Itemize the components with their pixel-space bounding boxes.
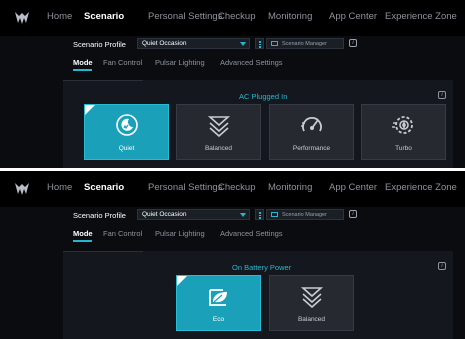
predator-logo-icon bbox=[15, 12, 29, 24]
tab-advanced-settings[interactable]: Advanced Settings bbox=[220, 58, 283, 67]
mode-card-quiet[interactable]: Quiet bbox=[84, 104, 169, 160]
selected-flag bbox=[177, 276, 187, 286]
balanced-chevrons-icon bbox=[207, 116, 230, 137]
info-icon[interactable]: i bbox=[349, 39, 357, 47]
mode-card-balanced[interactable]: Balanced bbox=[269, 275, 354, 331]
divider bbox=[63, 80, 143, 81]
mode-label-turbo: Turbo bbox=[395, 145, 412, 152]
sub-tabs: Mode Fan Control Pulsar Lighting Advance… bbox=[0, 56, 465, 71]
tab-pulsar-lighting[interactable]: Pulsar Lighting bbox=[155, 229, 205, 238]
sub-tabs: Mode Fan Control Pulsar Lighting Advance… bbox=[0, 227, 465, 242]
mode-label-balanced: Balanced bbox=[297, 316, 326, 323]
nav-monitoring[interactable]: Monitoring bbox=[268, 11, 312, 22]
tab-fan-control[interactable]: Fan Control bbox=[103, 58, 142, 67]
power-state-label: On Battery Power bbox=[232, 263, 292, 272]
more-options-button[interactable] bbox=[255, 209, 264, 220]
mode-card-turbo[interactable]: Turbo bbox=[361, 104, 446, 160]
scenario-profile-label: Scenario Profile bbox=[73, 40, 126, 49]
mode-label-balanced: Balanced bbox=[204, 145, 233, 152]
divider bbox=[63, 251, 143, 252]
active-tab-indicator bbox=[73, 240, 92, 242]
scenario-profile-dropdown[interactable]: Quiet Occasion bbox=[137, 38, 250, 49]
nav-experience-zone[interactable]: Experience Zone bbox=[385, 11, 457, 22]
nav-checkup[interactable]: Checkup bbox=[218, 182, 256, 193]
speedometer-icon bbox=[300, 117, 322, 132]
nav-home[interactable]: Home bbox=[47, 182, 72, 193]
nav-app-center[interactable]: App Center bbox=[329, 182, 377, 193]
top-nav-bar: Home Scenario Personal Settings Checkup … bbox=[0, 171, 465, 207]
eco-battery-leaf-icon bbox=[208, 289, 227, 306]
list-icon bbox=[271, 41, 278, 46]
nav-app-center[interactable]: App Center bbox=[329, 11, 377, 22]
selected-flag bbox=[85, 105, 95, 115]
profile-row: Scenario Profile Quiet Occasion Scenario… bbox=[0, 207, 465, 223]
info-icon[interactable]: i bbox=[349, 210, 357, 218]
mode-card-balanced[interactable]: Balanced bbox=[176, 104, 261, 160]
scenario-profile-value: Quiet Occasion bbox=[142, 40, 187, 47]
mode-label-eco: Eco bbox=[212, 316, 225, 323]
scenario-manager-label: Scenario Manager bbox=[282, 41, 327, 47]
scenario-manager-button[interactable]: Scenario Manager bbox=[266, 209, 344, 220]
mode-content-area: AC Plugged In i Quiet Balanced Performan… bbox=[63, 80, 453, 168]
nav-personal-settings[interactable]: Personal Settings bbox=[148, 11, 222, 22]
mode-label-quiet: Quiet bbox=[118, 145, 135, 152]
info-icon[interactable]: i bbox=[438, 91, 446, 99]
tab-mode[interactable]: Mode bbox=[73, 58, 93, 67]
list-icon bbox=[271, 212, 278, 217]
nav-monitoring[interactable]: Monitoring bbox=[268, 182, 312, 193]
nav-scenario[interactable]: Scenario bbox=[84, 11, 124, 22]
balanced-chevrons-icon bbox=[300, 287, 323, 308]
tab-mode[interactable]: Mode bbox=[73, 229, 93, 238]
more-options-button[interactable] bbox=[255, 38, 264, 49]
turbo-fan-icon bbox=[391, 116, 413, 134]
scenario-panel-ac: Home Scenario Personal Settings Checkup … bbox=[0, 0, 465, 168]
scenario-profile-label: Scenario Profile bbox=[73, 211, 126, 220]
mode-content-area: On Battery Power i Eco Balanced bbox=[63, 251, 453, 339]
scenario-panel-battery: Home Scenario Personal Settings Checkup … bbox=[0, 171, 465, 339]
profile-row: Scenario Profile Quiet Occasion Scenario… bbox=[0, 36, 465, 52]
mode-card-eco[interactable]: Eco bbox=[176, 275, 261, 331]
nav-checkup[interactable]: Checkup bbox=[218, 11, 256, 22]
tab-advanced-settings[interactable]: Advanced Settings bbox=[220, 229, 283, 238]
nav-home[interactable]: Home bbox=[47, 11, 72, 22]
nav-experience-zone[interactable]: Experience Zone bbox=[385, 182, 457, 193]
predator-logo-icon bbox=[15, 183, 29, 195]
scenario-profile-value: Quiet Occasion bbox=[142, 211, 187, 218]
active-tab-indicator bbox=[73, 69, 92, 71]
info-icon[interactable]: i bbox=[438, 262, 446, 270]
scenario-manager-label: Scenario Manager bbox=[282, 212, 327, 218]
nav-scenario[interactable]: Scenario bbox=[84, 182, 124, 193]
nav-personal-settings[interactable]: Personal Settings bbox=[148, 182, 222, 193]
moon-icon bbox=[115, 114, 138, 136]
tab-fan-control[interactable]: Fan Control bbox=[103, 229, 142, 238]
top-nav-bar: Home Scenario Personal Settings Checkup … bbox=[0, 0, 465, 36]
mode-label-performance: Performance bbox=[292, 145, 331, 152]
scenario-profile-dropdown[interactable]: Quiet Occasion bbox=[137, 209, 250, 220]
mode-card-performance[interactable]: Performance bbox=[269, 104, 354, 160]
chevron-down-icon bbox=[240, 213, 246, 217]
chevron-down-icon bbox=[240, 42, 246, 46]
scenario-manager-button[interactable]: Scenario Manager bbox=[266, 38, 344, 49]
power-state-label: AC Plugged In bbox=[239, 92, 288, 101]
tab-pulsar-lighting[interactable]: Pulsar Lighting bbox=[155, 58, 205, 67]
